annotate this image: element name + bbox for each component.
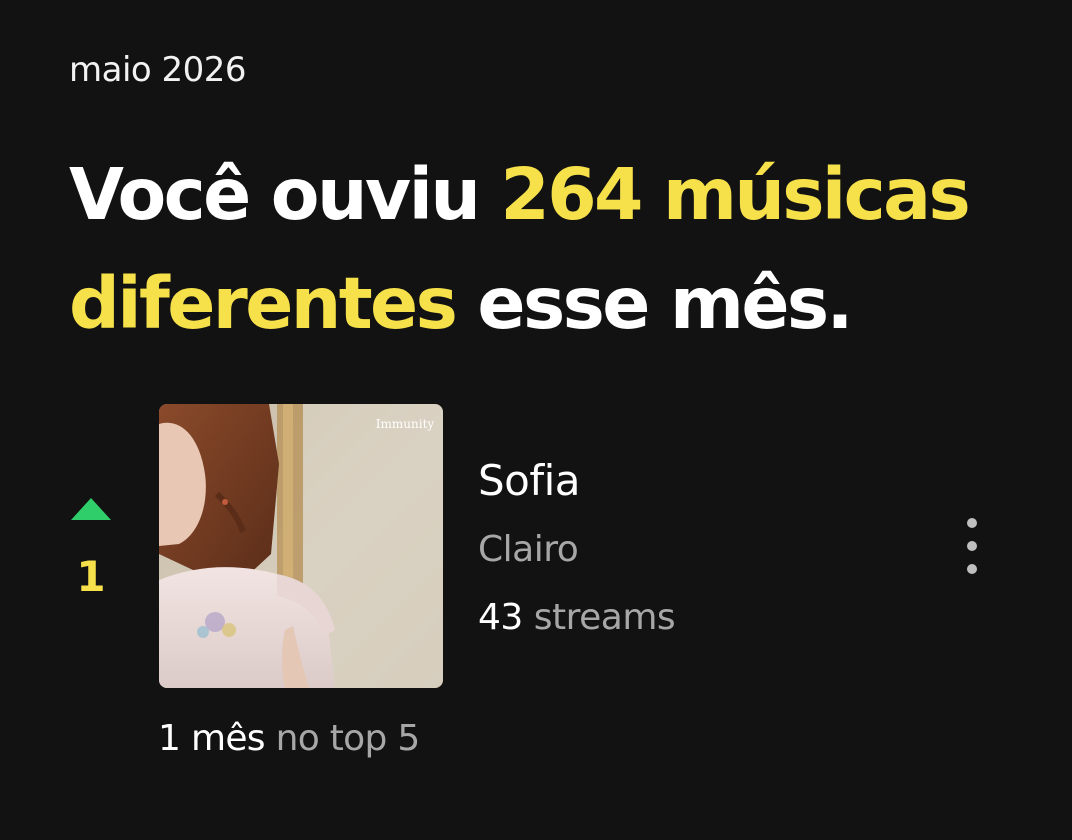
more-options-button[interactable]	[950, 512, 994, 582]
more-vertical-icon	[967, 518, 977, 528]
top-months-info: 1 mês no top 5	[158, 718, 420, 759]
cover-label: Immunity	[376, 417, 435, 431]
streams-label: streams	[533, 597, 676, 638]
headline-suffix: esse mês.	[455, 262, 853, 345]
headline: Você ouviu 264 músicas diferentes esse m…	[69, 140, 1059, 358]
track-streams: 43 streams	[478, 597, 676, 638]
album-cover-art: Immunity	[159, 404, 443, 688]
monthly-stats-screen: maio 2026 Você ouviu 264 músicas diferen…	[0, 0, 1072, 840]
track-artist[interactable]: Clairo	[478, 529, 579, 570]
period-label: maio 2026	[69, 50, 247, 90]
rank-indicator: 1	[66, 498, 116, 598]
track-title[interactable]: Sofia	[478, 456, 581, 505]
months-in-top-label: no top 5	[275, 718, 421, 759]
streams-count: 43	[478, 597, 523, 638]
months-in-top-value: 1 mês	[158, 718, 266, 759]
trend-up-icon	[71, 498, 111, 520]
more-vertical-icon-dot	[967, 541, 977, 551]
more-vertical-icon-dot	[967, 564, 977, 574]
headline-prefix: Você ouviu	[69, 153, 501, 236]
rank-number: 1	[76, 552, 106, 601]
album-cover[interactable]: Immunity	[159, 404, 443, 688]
